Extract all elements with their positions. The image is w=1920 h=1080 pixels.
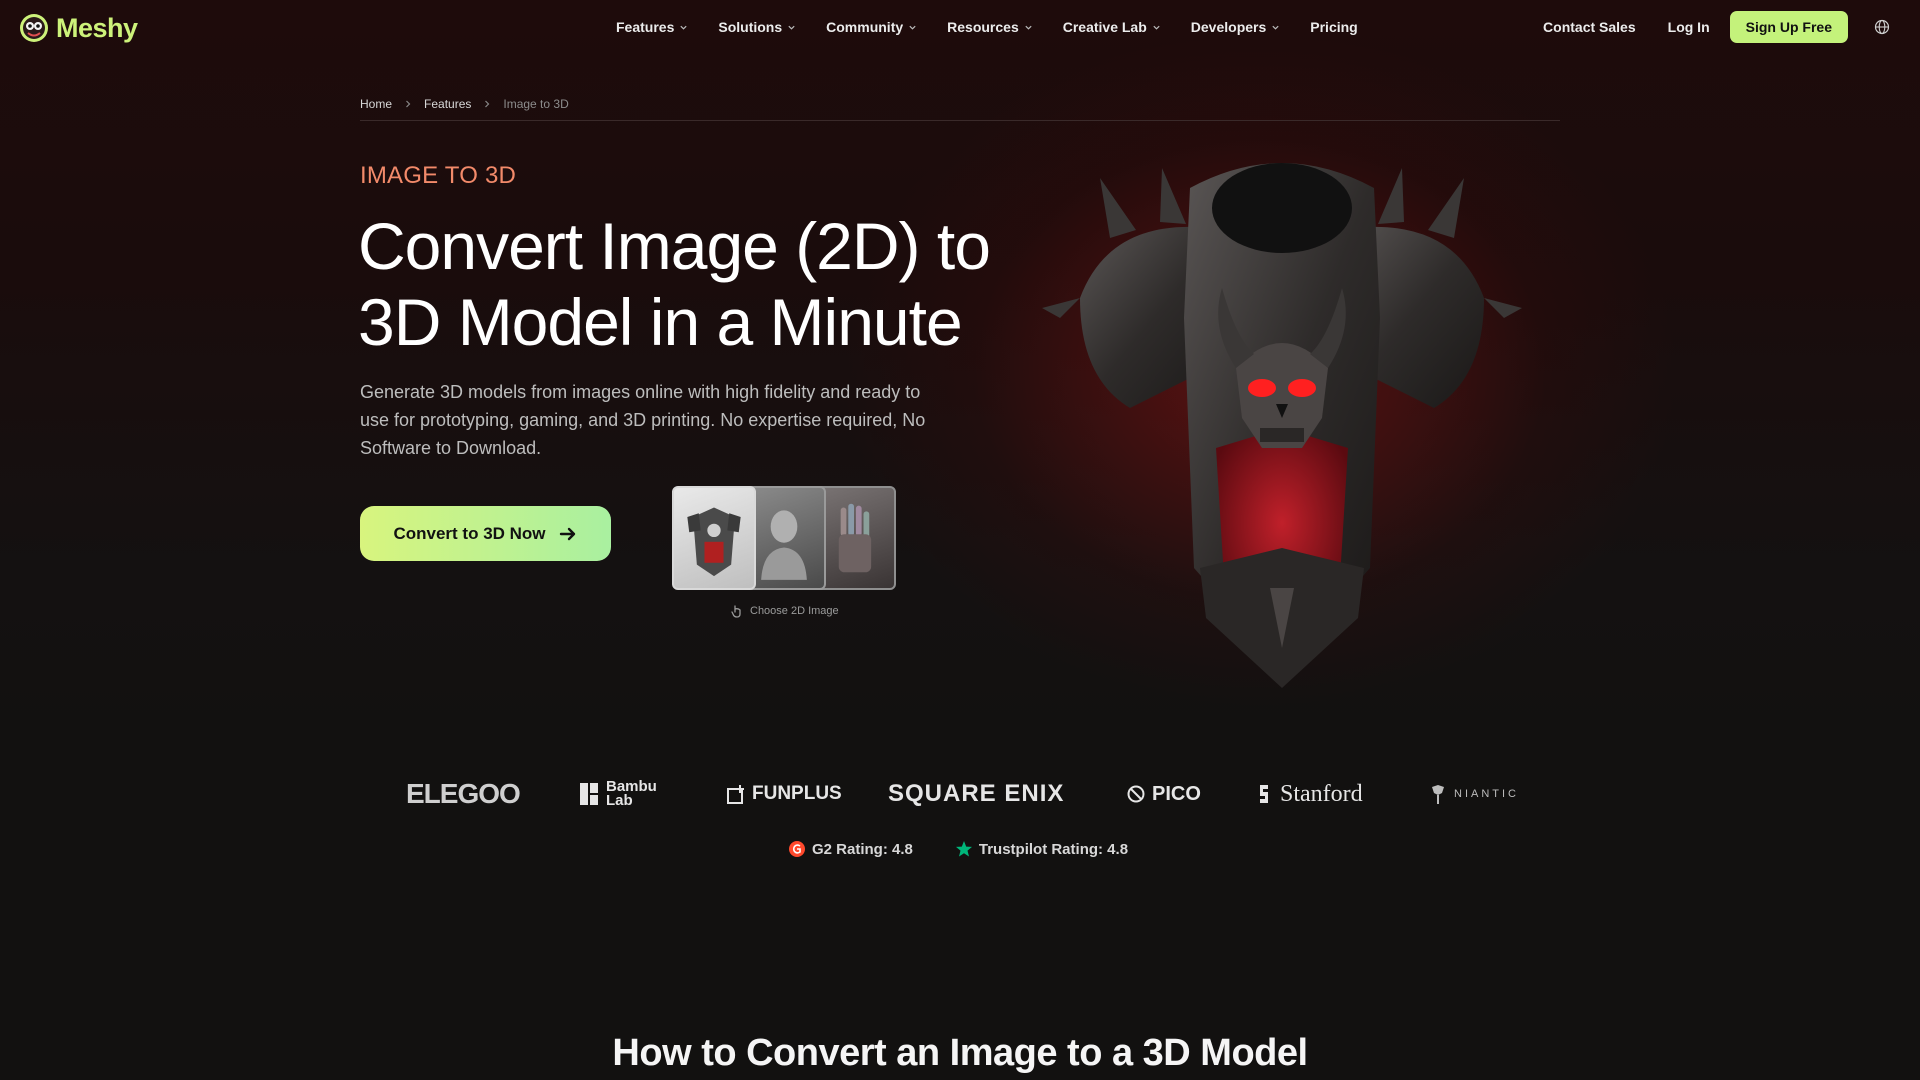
breadcrumb: Home Features Image to 3D bbox=[360, 97, 1560, 121]
menu-solutions[interactable]: Solutions bbox=[718, 19, 796, 35]
breadcrumb-current: Image to 3D bbox=[503, 97, 569, 111]
ratings: G2 Rating: 4.8 Trustpilot Rating: 4.8 bbox=[788, 840, 1128, 858]
gauntlet-thumbnail-icon bbox=[838, 503, 872, 573]
sample-images bbox=[672, 486, 898, 592]
g2-rating[interactable]: G2 Rating: 4.8 bbox=[788, 840, 913, 858]
menu-resources-label: Resources bbox=[947, 19, 1019, 35]
elegoo-logo-text: ELEGOO bbox=[406, 778, 521, 809]
bust-thumbnail-icon bbox=[761, 510, 807, 580]
meshy-logo-icon bbox=[20, 14, 48, 42]
sign-up-button[interactable]: Sign Up Free bbox=[1729, 11, 1848, 43]
menu-pricing-label: Pricing bbox=[1310, 19, 1358, 35]
how-to-section-title: How to Convert an Image to a 3D Model bbox=[612, 1032, 1308, 1074]
pointer-hand-icon bbox=[731, 605, 741, 618]
menu-community-label: Community bbox=[826, 19, 904, 35]
stanford-tree-icon bbox=[1260, 785, 1268, 803]
login-link[interactable]: Log In bbox=[1668, 19, 1710, 35]
chevron-down-icon bbox=[909, 25, 916, 30]
sample-image-armor[interactable] bbox=[672, 486, 756, 590]
choose-image-hint: Choose 2D Image bbox=[730, 604, 839, 618]
breadcrumb-features[interactable]: Features bbox=[424, 97, 471, 111]
niantic-logo-text: NIANTIC bbox=[1454, 788, 1519, 800]
menu-creative-lab[interactable]: Creative Lab bbox=[1063, 19, 1161, 35]
globe-icon[interactable] bbox=[1874, 19, 1890, 35]
menu-community[interactable]: Community bbox=[826, 19, 917, 35]
bambu-logo-line2: Lab bbox=[606, 792, 633, 809]
hero-eyebrow: IMAGE TO 3D bbox=[360, 162, 517, 189]
convert-to-3d-button[interactable]: Convert to 3D Now bbox=[360, 506, 611, 561]
menu-solutions-label: Solutions bbox=[718, 19, 783, 35]
logo[interactable]: Meshy bbox=[18, 12, 138, 44]
square-enix-logo: SQUARE ENIX bbox=[888, 776, 1064, 812]
armor-thumbnail-icon bbox=[687, 507, 741, 577]
funplus-icon bbox=[727, 785, 744, 804]
chevron-down-icon bbox=[1025, 25, 1032, 30]
menu-features[interactable]: Features bbox=[616, 19, 688, 35]
contact-sales-link[interactable]: Contact Sales bbox=[1543, 19, 1636, 35]
stanford-logo: Stanford bbox=[1254, 776, 1363, 812]
chevron-down-icon bbox=[788, 25, 795, 30]
hero-headline-line2: 3D Model in a Minute bbox=[358, 285, 963, 359]
stanford-logo-text: Stanford bbox=[1280, 780, 1363, 807]
arrow-right-icon bbox=[559, 527, 575, 540]
trustpilot-rating-text: Trustpilot Rating: 4.8 bbox=[978, 840, 1129, 858]
menu-developers-label: Developers bbox=[1190, 19, 1267, 35]
elegoo-logo: ELEGOO bbox=[406, 776, 521, 812]
niantic-logo: NIANTIC bbox=[1428, 776, 1519, 812]
menu-developers[interactable]: Developers bbox=[1191, 19, 1280, 35]
hero-description: Generate 3D models from images online wi… bbox=[360, 382, 926, 458]
chevron-right-icon bbox=[406, 100, 411, 108]
menu-creative-lab-label: Creative Lab bbox=[1062, 19, 1147, 35]
menu-resources[interactable]: Resources bbox=[947, 19, 1033, 35]
menu-features-label: Features bbox=[616, 19, 675, 35]
armor-3d-model-image bbox=[1042, 163, 1522, 688]
hero-headline-line1: Convert Image (2D) to bbox=[358, 209, 991, 283]
top-nav: Meshy Features Solutions Community Resou… bbox=[0, 0, 1920, 56]
trustpilot-rating[interactable]: Trustpilot Rating: 4.8 bbox=[955, 840, 1128, 858]
chevron-down-icon bbox=[1272, 25, 1279, 30]
funplus-logo: FUNPLUS bbox=[726, 776, 842, 812]
bambu-lab-logo: Bambu Lab bbox=[580, 776, 657, 812]
logo-text: Meshy bbox=[56, 12, 138, 43]
square-enix-logo-text: SQUARE ENIX bbox=[888, 780, 1065, 807]
pico-logo: PICO bbox=[1126, 776, 1201, 812]
star-icon bbox=[955, 841, 972, 857]
funplus-logo-text: FUNPLUS bbox=[752, 783, 842, 804]
hero-headline: Convert Image (2D) to 3D Model in a Minu… bbox=[358, 208, 998, 360]
bambu-lab-icon bbox=[580, 783, 598, 805]
choose-image-label: Choose 2D Image bbox=[750, 605, 839, 617]
pico-logo-text: PICO bbox=[1152, 782, 1201, 805]
nav-actions: Contact Sales Log In Sign Up Free bbox=[1543, 11, 1890, 43]
g2-icon bbox=[789, 841, 805, 857]
convert-to-3d-label: Convert to 3D Now bbox=[393, 523, 546, 543]
pico-icon bbox=[1127, 785, 1145, 803]
main-menu: Features Solutions Community Resources C… bbox=[616, 19, 1388, 35]
chevron-down-icon bbox=[1153, 25, 1160, 30]
chevron-down-icon bbox=[680, 25, 687, 30]
partner-logos: ELEGOO Bambu Lab FUNPLUS SQUARE ENIX PIC… bbox=[0, 776, 1920, 812]
g2-rating-text: G2 Rating: 4.8 bbox=[812, 840, 913, 858]
niantic-icon bbox=[1432, 785, 1444, 804]
breadcrumb-home[interactable]: Home bbox=[360, 97, 392, 111]
menu-pricing[interactable]: Pricing bbox=[1310, 19, 1357, 35]
chevron-right-icon bbox=[485, 100, 490, 108]
